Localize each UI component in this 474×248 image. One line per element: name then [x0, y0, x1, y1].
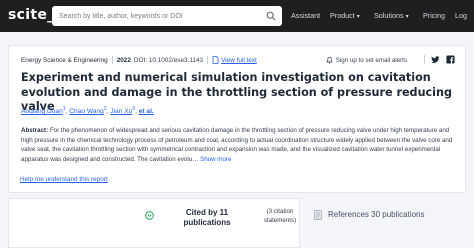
email-alerts[interactable]: Sign up to set email alerts — [326, 56, 407, 64]
nav-solutions-label: Solutions — [374, 11, 404, 20]
author-link[interactable]: Chao Wang — [69, 108, 104, 115]
show-more-link[interactable]: Show more — [200, 156, 231, 163]
publication-year: 2022 — [116, 56, 131, 64]
search-box[interactable]: Search by title, author, keywords or DOI — [52, 6, 282, 26]
divider — [111, 56, 113, 64]
divider — [207, 56, 209, 64]
author-link[interactable]: Jian Xu — [110, 108, 132, 115]
citation-tabs: Cited by 11 publications (3 citation sta… — [8, 198, 466, 248]
top-navigation-bar: scite_ Search by title, author, keywords… — [0, 0, 474, 32]
scite-logo[interactable]: scite_ — [8, 7, 54, 23]
abstract-label: Abstract: — [21, 127, 49, 134]
view-full-text-link[interactable]: View full text — [221, 57, 257, 64]
nav-solutions[interactable]: Solutions ▾ — [374, 11, 409, 20]
paper-meta: Energy Science & Engineering 2022 DOI: 1… — [21, 56, 257, 64]
email-alerts-label: Sign up to set email alerts — [335, 56, 407, 64]
nav-login[interactable]: Log — [455, 11, 467, 20]
abstract-text: For the phenomenon of widespread and ser… — [21, 127, 453, 163]
help-understand-link[interactable]: Help me understand this report — [20, 176, 108, 183]
facebook-icon[interactable] — [446, 55, 455, 64]
references-label: References 30 publications — [328, 210, 425, 219]
author-affiliation: 2 — [103, 106, 107, 112]
search-icon[interactable] — [266, 11, 276, 21]
author-link[interactable]: Aoqiang Duan — [21, 108, 63, 115]
divider — [424, 55, 425, 64]
paper-card: Energy Science & Engineering 2022 DOI: 1… — [8, 45, 466, 193]
author-affiliation: 1 — [62, 106, 66, 112]
twitter-icon[interactable] — [431, 55, 440, 64]
citation-statements-count: (3 citation statements) — [263, 208, 297, 224]
bell-icon — [326, 57, 333, 64]
nav-pricing[interactable]: Pricing — [423, 11, 445, 20]
search-input[interactable]: Search by title, author, keywords or DOI — [59, 13, 266, 20]
quote-bubble-icon — [145, 211, 154, 220]
file-icon — [212, 56, 219, 64]
et-al-link[interactable]: et al. — [139, 108, 154, 115]
nav-product[interactable]: Product ▾ — [330, 11, 360, 20]
author-list: Aoqiang Duan1, Chao Wang2, Jian Xu3, et … — [21, 106, 154, 116]
document-icon — [314, 210, 322, 220]
abstract: Abstract: For the phenomenon of widespre… — [21, 126, 461, 164]
nav-assistant[interactable]: Assistant — [291, 11, 320, 20]
author-affiliation: 3 — [132, 106, 136, 112]
share-links — [424, 55, 455, 64]
journal-name[interactable]: Energy Science & Engineering — [21, 57, 108, 64]
tab-references[interactable]: References 30 publications — [308, 198, 466, 248]
tab-cited-by[interactable]: Cited by 11 publications (3 citation sta… — [8, 198, 300, 248]
doi: DOI: 10.1002/ese3.1143 — [133, 56, 204, 64]
nav-product-label: Product — [330, 11, 355, 20]
chevron-down-icon: ▾ — [405, 14, 409, 20]
cited-by-label: Cited by 11 publications — [183, 208, 231, 227]
chevron-down-icon: ▾ — [356, 14, 360, 20]
